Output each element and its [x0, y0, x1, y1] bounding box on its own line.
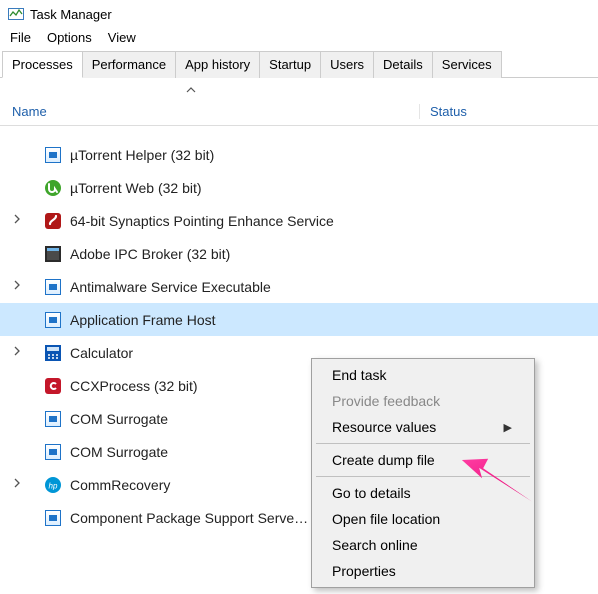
expand-chevron-icon[interactable] [8, 280, 26, 293]
process-name: µTorrent Web (32 bit) [70, 180, 202, 196]
tab-details[interactable]: Details [373, 51, 433, 78]
app-generic-icon [44, 146, 62, 164]
tab-users[interactable]: Users [320, 51, 374, 78]
process-name: Component Package Support Serve… [70, 510, 308, 526]
expand-chevron-icon[interactable] [8, 478, 26, 491]
column-headers: Name Status [0, 98, 598, 126]
process-name: CCXProcess (32 bit) [70, 378, 198, 394]
titlebar: Task Manager [0, 0, 598, 26]
adobe-cc-icon [44, 377, 62, 395]
cm-open-file-location[interactable]: Open file location [314, 506, 532, 532]
cm-resource-values[interactable]: Resource values ▶ [314, 414, 532, 440]
process-row[interactable]: µTorrent Web (32 bit) [0, 171, 598, 204]
window-title: Task Manager [30, 7, 112, 22]
expand-chevron-icon[interactable] [8, 214, 26, 227]
process-name: µTorrent Helper (32 bit) [70, 147, 214, 163]
tab-performance[interactable]: Performance [82, 51, 176, 78]
calculator-icon [44, 344, 62, 362]
menu-options[interactable]: Options [41, 28, 102, 46]
menu-file[interactable]: File [4, 28, 41, 46]
process-name: Calculator [70, 345, 133, 361]
task-manager-icon [8, 6, 24, 22]
column-header-name[interactable]: Name [0, 104, 420, 119]
sort-indicator [0, 78, 598, 98]
process-row[interactable]: Adobe IPC Broker (32 bit) [0, 237, 598, 270]
svg-text:hp: hp [49, 481, 58, 490]
cm-create-dump[interactable]: Create dump file [314, 447, 532, 473]
cm-separator [316, 443, 530, 444]
process-name: CommRecovery [70, 477, 170, 493]
cm-search-online[interactable]: Search online [314, 532, 532, 558]
tab-bar: Processes Performance App history Startu… [0, 50, 598, 78]
process-name: Application Frame Host [70, 312, 216, 328]
tab-services[interactable]: Services [432, 51, 502, 78]
context-menu: End task Provide feedback Resource value… [311, 358, 535, 588]
hp-icon: hp [44, 476, 62, 494]
app-generic-icon [44, 311, 62, 329]
app-generic-icon [44, 443, 62, 461]
app-generic-icon [44, 410, 62, 428]
process-name: COM Surrogate [70, 444, 168, 460]
column-header-status[interactable]: Status [420, 104, 598, 119]
synaptics-icon [44, 212, 62, 230]
menu-view[interactable]: View [102, 28, 146, 46]
process-name: Antimalware Service Executable [70, 279, 271, 295]
tab-processes[interactable]: Processes [2, 51, 83, 78]
cm-resource-values-label: Resource values [332, 419, 436, 435]
app-generic-icon [44, 509, 62, 527]
adobe-ipc-icon [44, 245, 62, 263]
utorrent-icon [44, 179, 62, 197]
chevron-right-icon: ▶ [504, 421, 512, 434]
process-row[interactable]: Application Frame Host [0, 303, 598, 336]
cm-end-task[interactable]: End task [314, 362, 532, 388]
cm-separator [316, 476, 530, 477]
app-generic-icon [44, 278, 62, 296]
process-name: 64-bit Synaptics Pointing Enhance Servic… [70, 213, 334, 229]
process-row[interactable]: µTorrent Helper (32 bit) [0, 138, 598, 171]
cm-properties[interactable]: Properties [314, 558, 532, 584]
cm-go-to-details[interactable]: Go to details [314, 480, 532, 506]
process-name: Adobe IPC Broker (32 bit) [70, 246, 230, 262]
process-row[interactable]: Antimalware Service Executable [0, 270, 598, 303]
process-name: COM Surrogate [70, 411, 168, 427]
expand-chevron-icon[interactable] [8, 346, 26, 359]
tab-startup[interactable]: Startup [259, 51, 321, 78]
tab-app-history[interactable]: App history [175, 51, 260, 78]
cm-provide-feedback: Provide feedback [314, 388, 532, 414]
chevron-up-icon [186, 84, 196, 96]
process-row[interactable]: 64-bit Synaptics Pointing Enhance Servic… [0, 204, 598, 237]
menubar: File Options View [0, 26, 598, 48]
